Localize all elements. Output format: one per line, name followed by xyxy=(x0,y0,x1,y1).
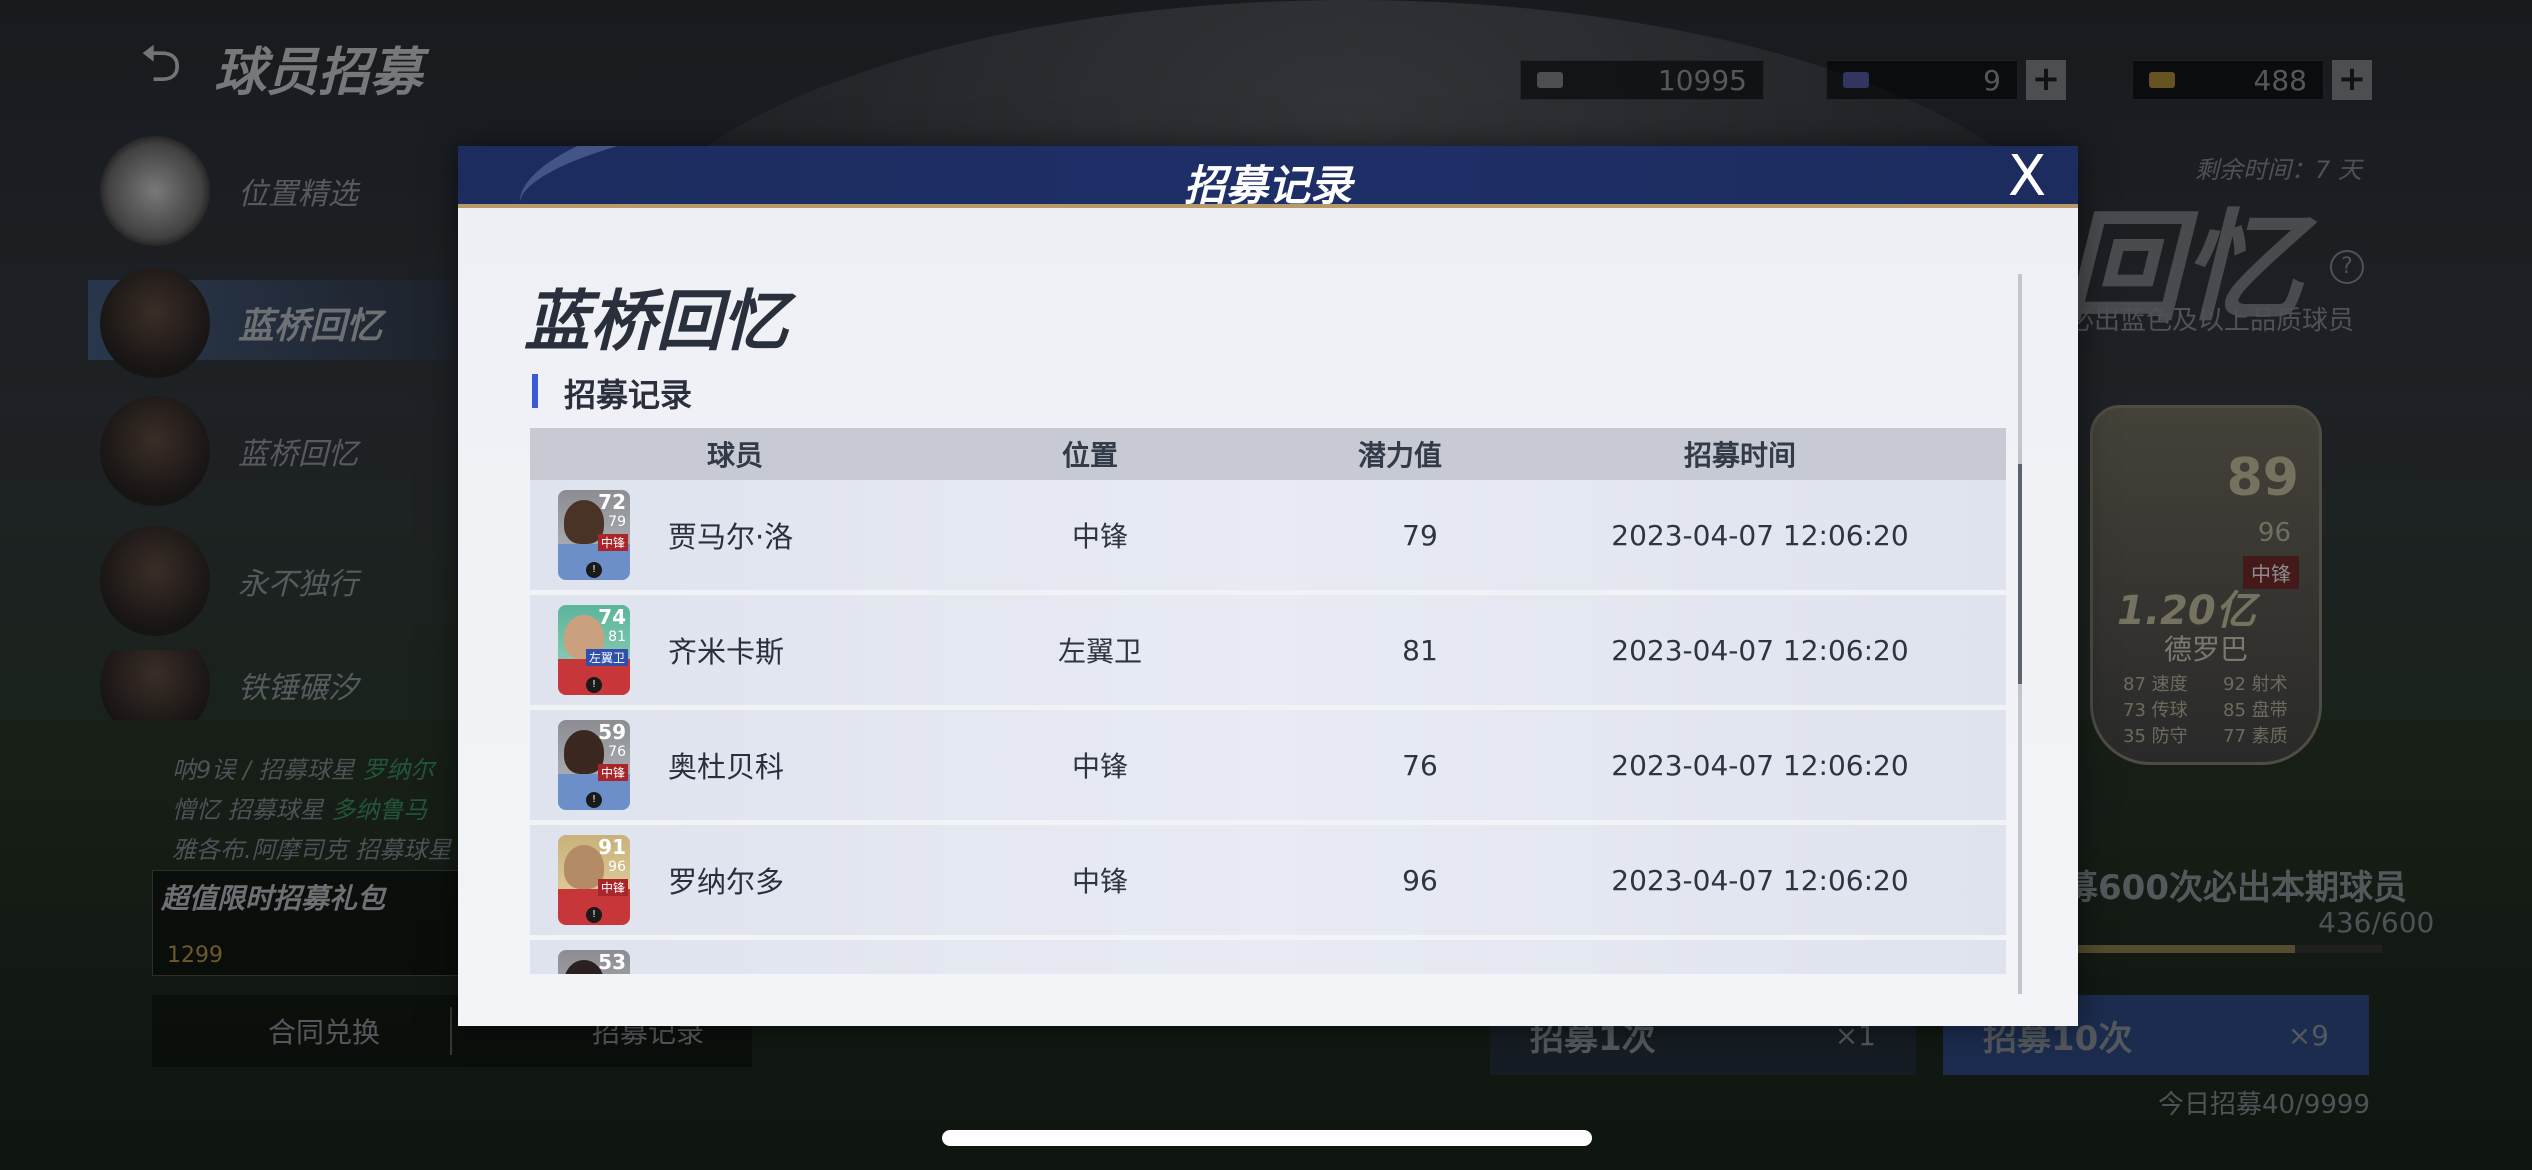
player-position: 中锋 xyxy=(1071,865,1128,898)
thumb-potential: 96 xyxy=(608,859,626,875)
thumb-potential: 81 xyxy=(608,629,626,645)
column-header: 球员 xyxy=(706,439,763,472)
event-name: 蓝桥回忆 xyxy=(524,283,788,360)
column-header: 潜力值 xyxy=(1357,439,1442,472)
thumb-potential: 76 xyxy=(608,744,626,760)
player-card-thumb[interactable]: 72 79 中锋 ! xyxy=(558,490,630,580)
modal-title: 招募记录 xyxy=(1183,161,1352,208)
thumb-position: 中锋 xyxy=(597,764,628,781)
table-row: 91 96 中锋 ! 罗纳尔多 中锋 96 2023-04-07 12:06:2… xyxy=(530,825,2006,935)
column-header: 位置 xyxy=(1061,439,1118,472)
level-badge-icon: ! xyxy=(586,792,602,808)
table-row: 59 76 中锋 ! 奥杜贝科 中锋 76 2023-04-07 12:06:2… xyxy=(530,710,2006,820)
table-header: 球员 位置 潜力值 招募时间 xyxy=(530,428,2006,480)
records-list[interactable]: 72 79 中锋 ! 贾马尔·洛 中锋 79 2023-04-07 12:06:… xyxy=(530,480,2006,974)
thumb-rating: 91 xyxy=(598,835,626,859)
level-badge-icon: ! xyxy=(586,562,602,578)
player-name: 齐米卡斯 xyxy=(668,635,785,669)
level-badge-icon: ! xyxy=(586,677,602,693)
level-badge-icon: ! xyxy=(586,907,602,923)
player-name: 贾马尔·洛 xyxy=(668,520,794,554)
thumb-potential: 79 xyxy=(608,514,626,530)
player-card-thumb[interactable]: 91 96 中锋 ! xyxy=(558,835,630,925)
player-name: 奥杜贝科 xyxy=(668,750,785,784)
scrollbar-thumb[interactable] xyxy=(2018,464,2022,684)
player-potential: 96 xyxy=(1402,863,1438,897)
table-row: 72 79 中锋 ! 贾马尔·洛 中锋 79 2023-04-07 12:06:… xyxy=(530,480,2006,590)
player-position: 中锋 xyxy=(1071,750,1128,783)
column-header: 招募时间 xyxy=(1683,439,1796,472)
thumb-rating: 53 xyxy=(598,950,626,974)
recruit-records-modal: 招募记录 X 蓝桥回忆 招募记录 球员 位置 潜力值 招募时间 72 79 中锋… xyxy=(458,146,2078,1026)
thumb-rating: 72 xyxy=(598,490,626,514)
scrollbar[interactable] xyxy=(2018,274,2022,994)
recruit-time: 2023-04-07 12:06:20 xyxy=(1611,633,1909,667)
thumb-rating: 59 xyxy=(598,720,626,744)
table-row: 53 xyxy=(530,940,2006,974)
thumb-position: 左翼卫 xyxy=(585,649,628,666)
player-name: 罗纳尔多 xyxy=(668,865,785,899)
section-title: 招募记录 xyxy=(564,376,693,414)
player-potential: 81 xyxy=(1402,633,1438,667)
recruit-time: 2023-04-07 12:06:20 xyxy=(1611,748,1909,782)
player-card-thumb[interactable]: 59 76 中锋 ! xyxy=(558,720,630,810)
recruit-time: 2023-04-07 12:06:20 xyxy=(1611,518,1909,552)
modal-header: 招募记录 X xyxy=(458,146,2078,208)
player-card-thumb[interactable]: 53 xyxy=(558,950,630,974)
table-row: 74 81 左翼卫 ! 齐米卡斯 左翼卫 81 2023-04-07 12:06… xyxy=(530,595,2006,705)
section-marker xyxy=(532,374,538,408)
player-card-thumb[interactable]: 74 81 左翼卫 ! xyxy=(558,605,630,695)
player-position: 左翼卫 xyxy=(1057,635,1142,668)
player-position: 中锋 xyxy=(1071,520,1128,553)
thumb-position: 中锋 xyxy=(597,534,628,551)
recruit-time: 2023-04-07 12:06:20 xyxy=(1611,863,1909,897)
player-potential: 79 xyxy=(1402,518,1438,552)
player-potential: 76 xyxy=(1402,748,1438,782)
thumb-position: 中锋 xyxy=(597,879,628,896)
home-indicator[interactable] xyxy=(942,1130,1592,1146)
close-button[interactable]: X xyxy=(2000,149,2054,205)
thumb-rating: 74 xyxy=(598,605,626,629)
